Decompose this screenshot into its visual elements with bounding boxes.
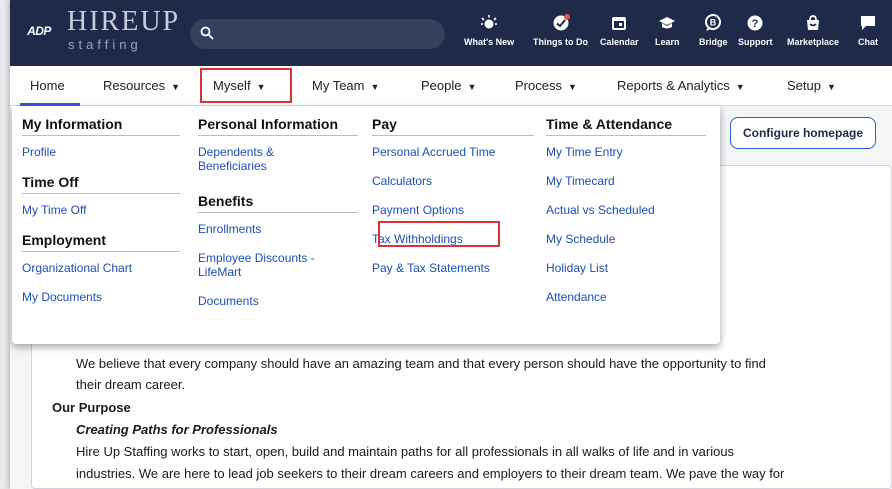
tax-withholdings-highlight-box	[378, 221, 500, 247]
learn-icon	[659, 17, 676, 29]
learn-nav[interactable]: Learn	[655, 14, 680, 47]
menu-process-label: Process	[515, 78, 562, 93]
hireup-logo-subtitle: staffing	[68, 37, 142, 52]
menu-reports[interactable]: Reports & Analytics ▼	[617, 66, 745, 106]
personal-information-heading: Personal Information	[198, 116, 358, 136]
svg-text:B: B	[710, 18, 717, 28]
my-documents-link[interactable]: My Documents	[22, 290, 180, 304]
chevron-down-icon: ▼	[567, 82, 577, 92]
calendar-label: Calendar	[600, 37, 639, 47]
things-to-do-label: Things to Do	[533, 37, 588, 47]
menu-process[interactable]: Process ▼	[515, 66, 577, 106]
things-to-do-icon	[553, 14, 570, 31]
calendar-nav[interactable]: Calendar	[600, 14, 639, 47]
bridge-icon: B	[705, 14, 722, 31]
purpose-line-1: Hire Up Staffing works to start, open, b…	[76, 444, 735, 459]
bridge-nav[interactable]: B Bridge	[699, 14, 728, 47]
svg-text:?: ?	[752, 18, 759, 30]
my-time-entry-link[interactable]: My Time Entry	[546, 145, 706, 159]
calendar-icon	[612, 17, 627, 30]
purpose-line-2: industries. We are here to lead job seek…	[76, 466, 785, 481]
marketplace-label: Marketplace	[787, 37, 840, 47]
support-label: Support	[738, 37, 773, 47]
chevron-down-icon: ▼	[370, 82, 380, 92]
my-schedule-link[interactable]: My Schedule	[546, 232, 706, 246]
support-nav[interactable]: ? Support	[738, 14, 773, 47]
attendance-link[interactable]: Attendance	[546, 290, 706, 304]
myself-dropdown-menu: My Information Profile Time Off My Time …	[12, 106, 720, 344]
marketplace-icon	[807, 15, 820, 30]
whats-new-label: What's New	[464, 37, 515, 47]
search-input[interactable]	[190, 19, 445, 49]
dependents-beneficiaries-link[interactable]: Dependents & Beneficiaries	[198, 145, 308, 173]
app-window: ADP HIREUP staffing What's New Things to…	[10, 0, 892, 489]
whats-new-nav[interactable]: What's New	[464, 14, 514, 47]
menu-people-label: People	[421, 78, 462, 93]
menu-people[interactable]: People ▼	[421, 66, 476, 106]
personal-accrued-time-link[interactable]: Personal Accrued Time	[372, 145, 534, 159]
chat-icon	[861, 16, 875, 30]
marketplace-nav[interactable]: Marketplace	[787, 14, 839, 47]
menu-my-team-label: My Team	[312, 78, 365, 93]
search-icon	[200, 26, 214, 40]
enrollments-link[interactable]: Enrollments	[198, 222, 358, 236]
holiday-list-link[interactable]: Holiday List	[546, 261, 706, 275]
hireup-logo[interactable]: HIREUP	[67, 7, 180, 37]
menu-reports-label: Reports & Analytics	[617, 78, 730, 93]
chevron-down-icon: ▼	[171, 82, 181, 92]
learn-label: Learn	[655, 37, 680, 47]
menu-resources-label: Resources	[103, 78, 166, 93]
profile-link[interactable]: Profile	[22, 145, 180, 159]
menu-resources[interactable]: Resources ▼	[103, 66, 180, 106]
mission-line-1: We believe that every company should hav…	[76, 356, 766, 371]
employee-discounts-link[interactable]: Employee Discounts - LifeMart	[198, 251, 338, 279]
time-off-heading: Time Off	[22, 174, 180, 194]
benefits-heading: Benefits	[198, 193, 358, 213]
pay-heading: Pay	[372, 116, 534, 136]
dropdown-column-2: Personal Information Dependents & Benefi…	[198, 116, 358, 323]
menu-setup[interactable]: Setup ▼	[787, 66, 836, 106]
chat-label: Chat	[858, 37, 878, 47]
menu-home[interactable]: Home	[30, 66, 65, 106]
chevron-down-icon: ▼	[735, 82, 745, 92]
dropdown-column-1: My Information Profile Time Off My Time …	[22, 116, 180, 319]
dropdown-column-3: Pay Personal Accrued Time Calculators Pa…	[372, 116, 534, 290]
pay-tax-statements-link[interactable]: Pay & Tax Statements	[372, 261, 534, 275]
configure-homepage-button[interactable]: Configure homepage	[730, 117, 876, 149]
purpose-heading: Our Purpose	[52, 400, 131, 415]
dropdown-column-4: Time & Attendance My Time Entry My Timec…	[546, 116, 706, 319]
menu-my-team[interactable]: My Team ▼	[312, 66, 379, 106]
time-attendance-heading: Time & Attendance	[546, 116, 706, 136]
employment-heading: Employment	[22, 232, 180, 252]
adp-logo[interactable]: ADP	[24, 22, 54, 40]
menu-setup-label: Setup	[787, 78, 821, 93]
documents-link[interactable]: Documents	[198, 294, 358, 308]
whats-new-icon	[481, 15, 498, 29]
my-time-off-link[interactable]: My Time Off	[22, 203, 180, 217]
chevron-down-icon: ▼	[467, 82, 477, 92]
chevron-down-icon: ▼	[826, 82, 836, 92]
bridge-label: Bridge	[699, 37, 728, 47]
myself-highlight-box	[200, 68, 292, 103]
things-to-do-nav[interactable]: Things to Do	[533, 14, 588, 47]
organizational-chart-link[interactable]: Organizational Chart	[22, 261, 180, 275]
my-information-heading: My Information	[22, 116, 180, 136]
menu-home-label: Home	[30, 78, 65, 93]
chat-nav[interactable]: Chat	[858, 14, 878, 47]
top-header: ADP HIREUP staffing What's New Things to…	[10, 0, 892, 66]
my-timecard-link[interactable]: My Timecard	[546, 174, 706, 188]
payment-options-link[interactable]: Payment Options	[372, 203, 534, 217]
purpose-subheading: Creating Paths for Professionals	[76, 422, 278, 437]
actual-vs-scheduled-link[interactable]: Actual vs Scheduled	[546, 203, 706, 217]
support-icon: ?	[747, 15, 763, 31]
calculators-link[interactable]: Calculators	[372, 174, 534, 188]
main-menu-bar: Home Resources ▼ Myself ▼ My Team ▼ People ▼…	[10, 66, 892, 106]
mission-line-2: their dream career.	[76, 377, 186, 392]
